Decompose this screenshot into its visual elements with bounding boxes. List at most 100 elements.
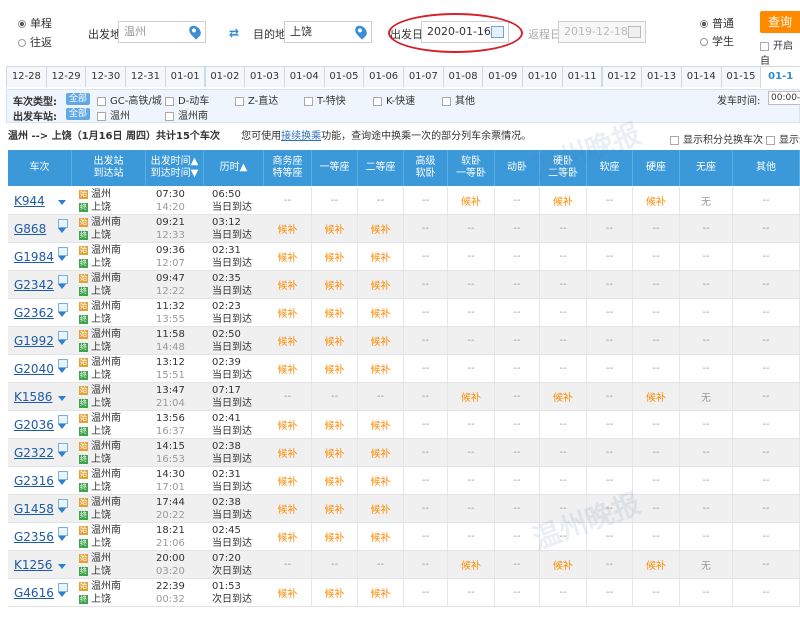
train-type-all-button[interactable]: 全部: [66, 93, 91, 105]
seat-cell[interactable]: 候补: [264, 271, 312, 298]
train-number-link[interactable]: G2040: [14, 362, 54, 376]
date-tab[interactable]: 01-03: [244, 66, 285, 87]
seat-cell[interactable]: 候补: [264, 523, 312, 550]
train-number-link[interactable]: G2362: [14, 306, 54, 320]
booking-icon[interactable]: [58, 527, 68, 536]
return-date-field[interactable]: 2019-12-18: [558, 21, 646, 43]
chevron-down-icon[interactable]: [58, 508, 66, 513]
booking-icon[interactable]: [58, 499, 68, 508]
passenger-student-option[interactable]: 学生: [700, 33, 734, 49]
train-number-link[interactable]: K1256: [14, 558, 52, 572]
seat-cell[interactable]: 候补: [264, 495, 312, 522]
date-tab[interactable]: 01-07: [403, 66, 444, 87]
booking-icon[interactable]: [58, 219, 68, 228]
seat-cell[interactable]: 候补: [312, 271, 358, 298]
seat-cell[interactable]: 候补: [358, 355, 404, 382]
train-number-link[interactable]: G2356: [14, 530, 54, 544]
station-option-wenzhou[interactable]: 温州: [97, 107, 130, 122]
date-tab[interactable]: 01-08: [442, 66, 484, 87]
train-number-link[interactable]: G2036: [14, 418, 54, 432]
seat-cell[interactable]: 候补: [312, 215, 358, 242]
seat-cell[interactable]: 候补: [358, 327, 404, 354]
date-tab[interactable]: 01-06: [363, 66, 404, 87]
seat-cell[interactable]: 候补: [264, 467, 312, 494]
date-tab[interactable]: 01-05: [323, 66, 365, 87]
chevron-down-icon[interactable]: [58, 480, 66, 485]
chevron-down-icon[interactable]: [58, 340, 66, 345]
depart-time-select[interactable]: 00:00-: [768, 91, 800, 105]
date-tab[interactable]: 12-28: [6, 66, 47, 87]
trip-roundtrip-option[interactable]: 往返: [18, 34, 52, 50]
booking-icon[interactable]: [58, 359, 68, 368]
date-tab[interactable]: 12-31: [125, 66, 166, 87]
date-tab[interactable]: 01-10: [522, 66, 563, 87]
column-header[interactable]: 出发时间▲ 到达时间▼: [146, 150, 204, 186]
to-field[interactable]: 上饶: [284, 21, 372, 43]
booking-icon[interactable]: [58, 247, 68, 256]
seat-cell[interactable]: 候补: [358, 411, 404, 438]
seat-cell[interactable]: 候补: [312, 299, 358, 326]
date-tab[interactable]: 01-04: [283, 66, 325, 87]
train-number-link[interactable]: K944: [14, 194, 45, 208]
type-option-d[interactable]: D-动车: [165, 92, 209, 107]
date-tab[interactable]: 01-11: [561, 66, 603, 87]
seat-cell[interactable]: 候补: [264, 215, 312, 242]
seat-cell[interactable]: 候补: [312, 439, 358, 466]
seat-cell[interactable]: 候补: [358, 495, 404, 522]
seat-cell[interactable]: 候补: [264, 327, 312, 354]
transfer-link[interactable]: 接续换乘: [281, 131, 321, 142]
booking-icon[interactable]: [58, 303, 68, 312]
train-number-link[interactable]: G868: [14, 222, 46, 236]
train-number-link[interactable]: G1984: [14, 250, 54, 264]
seat-cell[interactable]: 候补: [633, 383, 680, 410]
chevron-down-icon[interactable]: [58, 452, 66, 457]
seat-cell[interactable]: 候补: [540, 551, 587, 578]
date-tab[interactable]: 01-02: [204, 66, 246, 87]
booking-icon[interactable]: [58, 583, 68, 592]
chevron-down-icon[interactable]: [58, 312, 66, 317]
column-header[interactable]: 历时▲: [204, 150, 264, 186]
train-number-link[interactable]: G1992: [14, 334, 54, 348]
date-tab[interactable]: 01-12: [601, 66, 643, 87]
station-option-wenzhounan[interactable]: 温州南: [165, 107, 208, 122]
seat-cell[interactable]: 候补: [264, 411, 312, 438]
booking-icon[interactable]: [58, 331, 68, 340]
points-option[interactable]: 显示积分兑换车次: [670, 131, 763, 146]
swap-icon[interactable]: ⇄: [229, 27, 243, 39]
seat-cell[interactable]: 候补: [448, 551, 495, 578]
chevron-down-icon[interactable]: [58, 592, 66, 597]
query-button[interactable]: 查询: [760, 11, 800, 33]
type-option-gc[interactable]: GC-高铁/城: [97, 92, 162, 107]
seat-cell[interactable]: 候补: [312, 411, 358, 438]
seat-cell[interactable]: 候补: [264, 299, 312, 326]
train-number-link[interactable]: G1458: [14, 502, 54, 516]
station-all-button[interactable]: 全部: [66, 108, 91, 120]
seat-cell[interactable]: 候补: [312, 243, 358, 270]
train-number-link[interactable]: G2322: [14, 446, 54, 460]
seat-cell[interactable]: 候补: [448, 383, 495, 410]
seat-cell[interactable]: 候补: [358, 243, 404, 270]
seat-cell[interactable]: 候补: [633, 551, 680, 578]
seat-cell[interactable]: 候补: [312, 327, 358, 354]
seat-cell[interactable]: 候补: [358, 271, 404, 298]
train-number-link[interactable]: G4616: [14, 586, 54, 600]
seat-cell[interactable]: 候补: [540, 187, 587, 214]
train-number-link[interactable]: K1586: [14, 390, 52, 404]
date-tab[interactable]: 01-09: [482, 66, 524, 87]
type-option-z[interactable]: Z-直达: [235, 92, 278, 107]
seat-cell[interactable]: 候补: [312, 523, 358, 550]
from-field[interactable]: 温州: [118, 21, 206, 43]
chevron-down-icon[interactable]: [58, 284, 66, 289]
date-tab[interactable]: 12-29: [45, 66, 87, 87]
train-number-link[interactable]: G2316: [14, 474, 54, 488]
date-tab[interactable]: 01-14: [680, 66, 722, 87]
booking-icon[interactable]: [58, 415, 68, 424]
date-tab[interactable]: 01-1: [760, 66, 800, 88]
chevron-down-icon[interactable]: [58, 564, 66, 569]
seat-cell[interactable]: 候补: [358, 579, 404, 606]
type-option-k[interactable]: K-快速: [373, 92, 415, 107]
booking-icon[interactable]: [58, 275, 68, 284]
seat-cell[interactable]: 候补: [358, 467, 404, 494]
seat-cell[interactable]: 候补: [358, 299, 404, 326]
seat-cell[interactable]: 候补: [264, 243, 312, 270]
